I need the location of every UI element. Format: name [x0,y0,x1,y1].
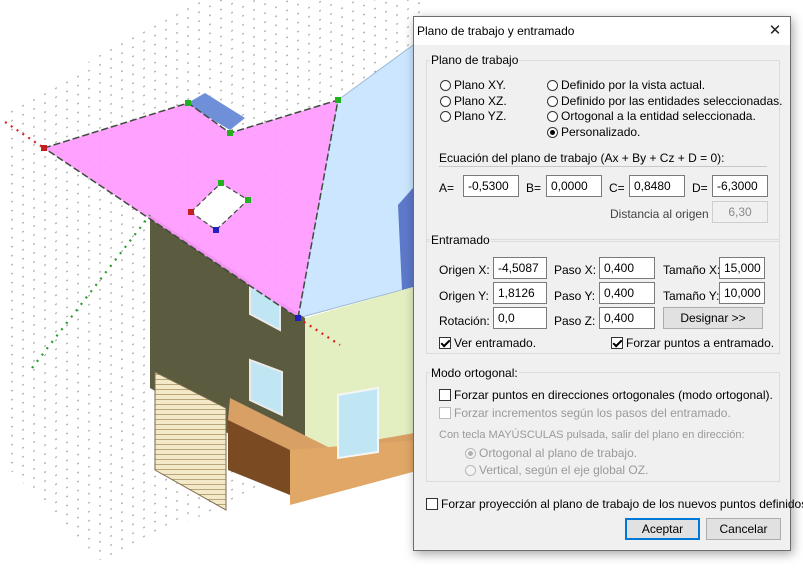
radio-vertical-oz: Vertical, según el eje global OZ. [465,463,648,477]
radio-label: Vertical, según el eje global OZ. [479,463,649,477]
grid-group-label: Entramado [430,233,491,247]
coef-b-label: B= [526,181,542,195]
dialog-titlebar[interactable]: Plano de trabajo y entramado ✕ [414,17,790,45]
coef-d-label: D= [692,181,708,195]
radio-button[interactable] [547,79,558,91]
checkbox-box[interactable] [439,389,451,401]
coef-d-input[interactable]: -6,3000 [712,175,768,197]
step-x-input[interactable]: 0,400 [599,257,655,279]
side-door [337,386,379,460]
rotation-label: Rotación: [439,314,490,328]
checkbox-box[interactable] [426,498,438,510]
handle-red[interactable] [41,145,47,151]
origin-x-label: Origen X: [439,263,490,277]
origin-y-input[interactable]: 1,8126 [493,282,547,304]
handle-green[interactable] [245,197,251,203]
radio-label: Plano XZ. [454,94,507,108]
checkbox-label: Ver entramado. [454,336,537,350]
radio-button-disabled [465,464,476,476]
force-steps-checkbox: Forzar incrementos según los pasos del e… [439,406,731,420]
handle-blue[interactable] [213,227,219,233]
handle-green[interactable] [218,180,224,186]
coef-a-input[interactable]: -0,5300 [463,175,519,197]
radio-button[interactable] [440,79,451,91]
radio-plane-xy[interactable]: Plano XY. [440,78,506,92]
work-plane-group-label: Plano de trabajo [430,53,520,67]
close-icon[interactable]: ✕ [760,17,790,45]
coef-c-input[interactable]: 0,8480 [629,175,685,197]
checkbox-box-disabled [439,407,451,419]
radio-label: Definido por la vista actual. [561,78,706,92]
snap-grid-checkbox[interactable]: Forzar puntos a entramado. [611,336,774,350]
ortho-group: Modo ortogonal: Forzar puntos en direcci… [426,366,780,482]
equation-separator [439,166,767,167]
force-projection-checkbox[interactable]: Forzar proyección al plano de trabajo de… [426,497,803,511]
step-y-label: Paso Y: [554,289,596,303]
radio-label: Plano YZ. [454,109,507,123]
radio-label: Definido por las entidades seleccionadas… [561,94,783,108]
radio-ortho-plane: Ortogonal al plano de trabajo. [465,446,637,460]
radio-custom[interactable]: Personalizado. [547,125,640,139]
cancel-button[interactable]: Cancelar [706,518,781,540]
step-y-input[interactable]: 0,400 [599,282,655,304]
checkbox-label: Forzar incrementos según los pasos del e… [454,406,731,420]
handle-green[interactable] [185,100,191,106]
coef-a-label: A= [439,181,455,195]
origin-y-label: Origen Y: [439,289,489,303]
radio-button-selected[interactable] [547,126,558,138]
ortho-group-label: Modo ortogonal: [430,366,519,380]
size-x-input[interactable]: 15,000 [719,257,765,279]
checkbox-label: Forzar puntos en direcciones ortogonales… [454,388,773,402]
show-grid-checkbox[interactable]: Ver entramado. [439,336,536,350]
radio-label: Plano XY. [454,78,506,92]
grid-group: Entramado Origen X: -4,5087 Origen Y: 1,… [426,233,780,354]
radio-plane-xz[interactable]: Plano XZ. [440,94,507,108]
step-z-label: Paso Z: [554,314,596,328]
radio-button-disabled-selected [465,447,476,459]
handle-green[interactable] [335,97,341,103]
coef-b-input[interactable]: 0,0000 [546,175,602,197]
step-x-label: Paso X: [554,263,597,277]
radio-current-view[interactable]: Definido por la vista actual. [547,78,705,92]
rotation-input[interactable]: 0,0 [493,307,547,329]
step-z-input[interactable]: 0,400 [599,307,655,329]
radio-label: Personalizado. [561,125,641,139]
handle-red[interactable] [188,209,194,215]
radio-orthogonal-entity[interactable]: Ortogonal a la entidad seleccionada. [547,109,756,123]
radio-button[interactable] [440,95,451,107]
shift-note: Con tecla MAYÚSCULAS pulsada, salir del … [439,429,745,441]
coef-c-label: C= [609,181,625,195]
radio-button[interactable] [440,110,451,122]
distance-label: Distancia al origen = [610,207,720,221]
checkbox-label: Forzar puntos a entramado. [626,336,775,350]
size-x-label: Tamaño X: [663,263,721,277]
checkbox-box-checked[interactable] [439,337,451,349]
checkbox-box-checked[interactable] [611,337,623,349]
dialog-title: Plano de trabajo y entramado [417,24,575,38]
size-y-label: Tamaño Y: [663,289,720,303]
ok-button[interactable]: Aceptar [625,518,700,540]
handle-blue[interactable] [295,315,301,321]
checkbox-label: Forzar proyección al plano de trabajo de… [441,497,803,511]
size-y-input[interactable]: 10,000 [719,282,765,304]
radio-button[interactable] [547,95,558,107]
assign-button[interactable]: Designar >> [663,307,763,329]
work-plane-group: Plano de trabajo Plano XY. Plano XZ. Pla… [426,53,782,242]
distance-readout: 6,30 [712,201,768,223]
radio-label: Ortogonal al plano de trabajo. [479,446,638,460]
radio-selected-entities[interactable]: Definido por las entidades seleccionadas… [547,94,782,108]
origin-x-input[interactable]: -4,5087 [493,257,547,279]
radio-label: Ortogonal a la entidad seleccionada. [561,109,756,123]
radio-button[interactable] [547,110,558,122]
radio-plane-yz[interactable]: Plano YZ. [440,109,506,123]
force-ortho-checkbox[interactable]: Forzar puntos en direcciones ortogonales… [439,388,773,402]
work-plane-dialog: Plano de trabajo y entramado ✕ Plano de … [413,16,803,551]
handle-green[interactable] [227,130,233,136]
equation-label: Ecuación del plano de trabajo (Ax + By +… [439,151,725,165]
